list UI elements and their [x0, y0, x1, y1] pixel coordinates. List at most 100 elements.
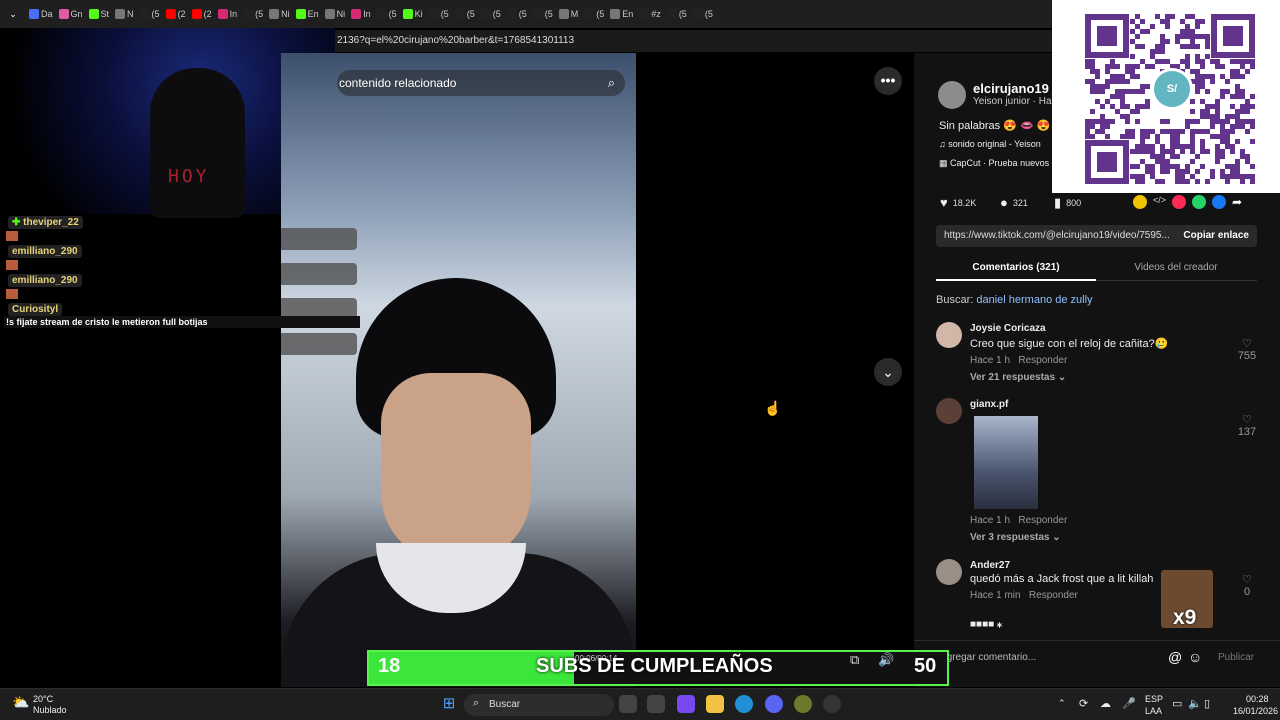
copilot-icon[interactable] — [677, 695, 695, 713]
network-icon[interactable]: ▭ — [1172, 697, 1182, 710]
view-replies-button[interactable]: Ver 3 respuestas ⌄ — [970, 532, 1230, 543]
related-search[interactable]: contenido relacionado ⌕ — [337, 70, 625, 96]
chat-username[interactable]: emilliano_290 — [8, 245, 82, 258]
comment-like[interactable]: ♡ 137 — [1233, 413, 1261, 438]
send-icon[interactable] — [1172, 195, 1187, 209]
browser-tab[interactable]: (5 — [374, 3, 400, 25]
browser-tab[interactable]: Gn — [56, 3, 86, 25]
chat-username[interactable]: emilliano_290 — [8, 274, 82, 287]
browser-tab[interactable]: Da — [26, 3, 56, 25]
share-link-box[interactable]: https://www.tiktok.com/@elcirujano19/vid… — [936, 225, 1257, 247]
browser-tab[interactable]: (5 — [452, 3, 478, 25]
save-stat[interactable]: ▮ 800 — [1054, 195, 1081, 211]
browser-tab[interactable]: M — [556, 3, 582, 25]
author-name[interactable]: elcirujano19 — [973, 81, 1057, 96]
chat-username[interactable]: Curiosityl — [8, 303, 63, 316]
tab-list-button[interactable]: ⌄ — [0, 3, 26, 25]
browser-tab[interactable]: (5 — [240, 3, 266, 25]
file-explorer-icon[interactable] — [706, 695, 724, 713]
search-suggestion[interactable]: Buscar: daniel hermano de zully — [936, 294, 1093, 306]
mic-icon[interactable]: 🎤 — [1122, 697, 1136, 710]
browser-tab[interactable]: (2 — [189, 3, 215, 25]
chrome-icon[interactable] — [823, 695, 841, 713]
browser-tab[interactable]: En — [293, 3, 322, 25]
browser-tab[interactable]: En — [607, 3, 636, 25]
weather-icon[interactable]: ⛅ — [12, 694, 29, 711]
whatsapp-icon[interactable] — [1192, 195, 1207, 209]
facebook-icon[interactable] — [1212, 195, 1227, 209]
pip-icon[interactable]: ⧉ — [850, 652, 859, 668]
browser-tab[interactable]: (5 — [478, 3, 504, 25]
tray-chevron-icon[interactable]: ⌃ — [1058, 698, 1066, 709]
weather-temp[interactable]: 20°C — [33, 694, 53, 704]
sync-icon[interactable]: ⟳ — [1079, 697, 1088, 710]
repost-icon[interactable] — [1133, 195, 1147, 209]
view-replies-button[interactable]: Ver 21 respuestas ⌄ — [970, 372, 1230, 383]
browser-tab[interactable]: Ni — [322, 3, 349, 25]
reply-button[interactable]: Responder — [1018, 515, 1067, 526]
browser-tab[interactable]: N — [112, 3, 137, 25]
volume-icon[interactable]: 🔊 — [878, 652, 894, 668]
comment-input[interactable]: Agregar comentario... — [940, 652, 1036, 663]
post-comment-button[interactable]: Publicar — [1218, 652, 1254, 663]
browser-tab[interactable]: In — [215, 3, 241, 25]
tab-comments[interactable]: Comentarios (321) — [936, 262, 1096, 281]
weather-desc[interactable]: Nublado — [33, 705, 67, 715]
browser-tab[interactable]: (5 — [581, 3, 607, 25]
browser-tab[interactable]: (5 — [504, 3, 530, 25]
reply-button[interactable]: Responder — [1018, 355, 1067, 366]
like-stat[interactable]: ♥ 18.2K — [940, 195, 976, 210]
comment-stat[interactable]: ● 321 — [1000, 195, 1028, 210]
emoji-icon[interactable]: ☺ — [1188, 649, 1202, 665]
taskbar-search[interactable]: ⌕ Buscar — [464, 694, 614, 716]
speaker-icon[interactable]: 🔈 — [1188, 697, 1202, 710]
commenter-name[interactable]: Joysie Coricaza — [970, 323, 1230, 334]
address-bar[interactable]: 2136?q=el%20cirujano%20barber&t=17685413… — [335, 30, 1052, 52]
mention-icon[interactable]: @ — [1168, 649, 1182, 665]
share-arrow-icon[interactable]: ➦ — [1232, 195, 1242, 209]
capcut-link[interactable]: ▦ CapCut · Prueba nuevos — [939, 158, 1049, 169]
browser-tab[interactable]: (5 — [690, 3, 716, 25]
more-options-button[interactable]: ••• — [874, 67, 902, 95]
chat-username[interactable]: ✚ theviper_22 — [8, 216, 83, 229]
commenter-name[interactable]: gianx.pf — [970, 399, 1230, 410]
search-icon[interactable]: ⌕ — [608, 75, 615, 91]
clock-date[interactable]: 16/01/2026 — [1233, 706, 1278, 716]
author-avatar[interactable] — [938, 81, 966, 109]
clock-time[interactable]: 00:28 — [1246, 694, 1269, 704]
next-video-button[interactable]: ⌄ — [874, 358, 902, 386]
commenter-avatar[interactable] — [936, 398, 962, 424]
discord-icon[interactable] — [765, 695, 783, 713]
comment-like[interactable]: ♡ 0 — [1233, 573, 1261, 598]
lang-code[interactable]: ESP — [1145, 694, 1163, 704]
browser-tab[interactable]: (5 — [664, 3, 690, 25]
store-icon[interactable] — [647, 695, 665, 713]
browser-tab[interactable]: (5 — [530, 3, 556, 25]
onedrive-icon[interactable]: ☁ — [1100, 697, 1111, 710]
comment-image[interactable] — [974, 416, 1038, 509]
browser-tab[interactable]: (2 — [163, 3, 189, 25]
task-view-icon[interactable] — [619, 695, 637, 713]
commenter-avatar[interactable] — [936, 322, 962, 348]
post-sound[interactable]: ♫ sonido original - Yeison — [939, 139, 1041, 149]
tab-creator-videos[interactable]: Videos del creador — [1096, 262, 1256, 273]
commenter-avatar[interactable] — [936, 559, 962, 585]
browser-tab[interactable]: (5 — [137, 3, 163, 25]
embed-icon[interactable]: </> — [1153, 195, 1166, 209]
browser-tab[interactable]: St — [86, 3, 113, 25]
tab-label: M — [570, 9, 579, 19]
windows-start-icon[interactable]: ⊞ — [440, 695, 458, 713]
reply-button[interactable]: Responder — [1029, 590, 1078, 601]
lang-layout[interactable]: LAA — [1145, 706, 1162, 716]
app-icon[interactable] — [794, 695, 812, 713]
browser-tab[interactable]: #z — [636, 3, 664, 25]
copy-link-button[interactable]: Copiar enlace — [1183, 230, 1249, 241]
browser-tab[interactable]: (5 — [426, 3, 452, 25]
battery-icon[interactable]: ▯ — [1204, 697, 1210, 710]
video-player[interactable] — [281, 53, 636, 687]
comment-like[interactable]: ♡ 755 — [1233, 337, 1261, 362]
browser-tab[interactable]: Ni — [266, 3, 293, 25]
browser-tab[interactable]: In — [348, 3, 374, 25]
edge-icon[interactable] — [735, 695, 753, 713]
browser-tab[interactable]: Ki — [400, 3, 426, 25]
